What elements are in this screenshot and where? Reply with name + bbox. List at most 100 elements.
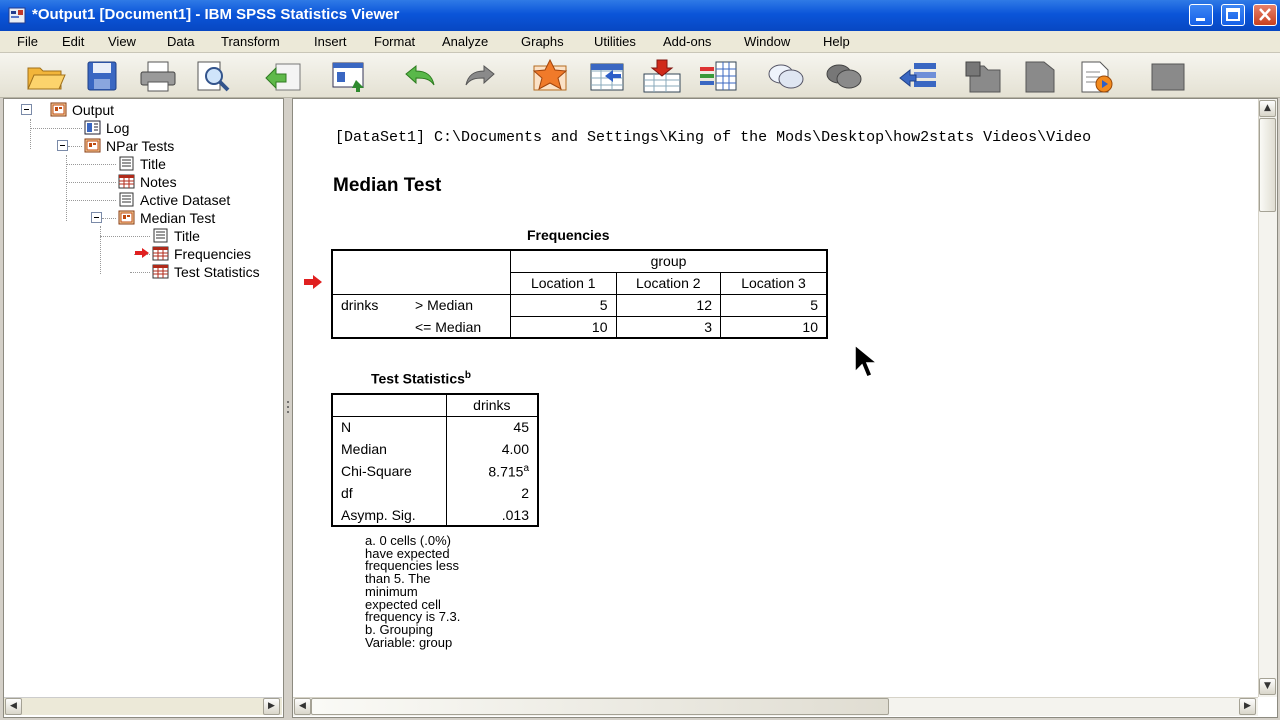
- export-button[interactable]: [262, 58, 306, 94]
- menu-analyze[interactable]: Analyze: [442, 34, 488, 49]
- recall-dialog-button[interactable]: [328, 58, 372, 94]
- insert-case-button[interactable]: [640, 58, 684, 94]
- test-statistics-title-text: Test Statistics: [371, 370, 465, 387]
- save-button[interactable]: [80, 58, 124, 94]
- menu-format[interactable]: Format: [374, 34, 415, 49]
- dataset-path-line: [DataSet1] C:\Documents and Settings\Kin…: [335, 129, 1092, 146]
- table-cell: 12: [615, 293, 721, 317]
- run-script-button[interactable]: [1074, 58, 1118, 94]
- row-label: > Median: [415, 297, 473, 314]
- table-row: Chi-Square 8.715a: [331, 460, 539, 482]
- expand-button[interactable]: [1018, 58, 1062, 94]
- test-statistics-table-icon: [152, 264, 169, 279]
- menu-insert[interactable]: Insert: [314, 34, 347, 49]
- scroll-right-button[interactable]: ▶: [263, 698, 280, 715]
- outline-item-median-title[interactable]: Title: [152, 227, 252, 245]
- variables-button[interactable]: [696, 58, 740, 94]
- scroll-left-button[interactable]: ◀: [5, 698, 22, 715]
- row-label: <= Median: [415, 318, 482, 335]
- menu-view[interactable]: View: [108, 34, 136, 49]
- table-cell: 10: [720, 315, 828, 339]
- scroll-right-button[interactable]: ▶: [1239, 698, 1256, 715]
- test-statistics-table[interactable]: drinks N 45 Median 4.00 Chi-Square 8.715…: [331, 393, 539, 527]
- print-button[interactable]: [136, 58, 180, 94]
- spss-viewer-icon: [8, 7, 26, 24]
- row-label: N: [331, 415, 447, 438]
- collapse-output-toggle[interactable]: [21, 104, 32, 115]
- open-button[interactable]: [24, 58, 68, 94]
- table-row: df 2: [331, 482, 539, 504]
- mouse-cursor-icon: [854, 344, 880, 378]
- run-script-icon: [1081, 61, 1113, 93]
- print-preview-button[interactable]: [190, 58, 234, 94]
- outline-item-npar-tests[interactable]: NPar Tests: [84, 137, 224, 155]
- menu-graphs[interactable]: Graphs: [521, 34, 564, 49]
- active-dataset-icon: [119, 192, 134, 207]
- goto-data-icon: [532, 58, 568, 91]
- table-cell: 45: [445, 415, 539, 438]
- horizontal-scroll-thumb[interactable]: [311, 698, 889, 715]
- scroll-down-button[interactable]: ▼: [1259, 678, 1276, 695]
- title-doc-icon: [119, 156, 134, 171]
- content-vertical-scrollbar[interactable]: ▲ ▼: [1258, 99, 1277, 697]
- footnote-marker: a: [523, 462, 529, 474]
- outline-item-frequencies[interactable]: Frequencies: [152, 245, 284, 263]
- outline-item-test-statistics[interactable]: Test Statistics: [152, 263, 284, 281]
- table-row: Median 4.00: [331, 438, 539, 460]
- menu-data[interactable]: Data: [167, 34, 194, 49]
- expand-icon: [1025, 61, 1055, 93]
- scroll-left-button[interactable]: ◀: [294, 698, 311, 715]
- export-icon: [265, 63, 301, 91]
- scroll-up-button[interactable]: ▲: [1259, 100, 1276, 117]
- outline-item-log[interactable]: Log: [84, 119, 184, 137]
- table-row: Asymp. Sig. .013: [331, 504, 539, 527]
- table-footnotes: a. 0 cells (.0%) have expected frequenci…: [365, 534, 460, 649]
- designate-window-button[interactable]: [1146, 58, 1190, 94]
- close-button[interactable]: [1253, 4, 1277, 26]
- collapse-npar-toggle[interactable]: [57, 140, 68, 151]
- log-icon: [84, 120, 101, 135]
- outline-item-median-test[interactable]: Median Test: [118, 209, 278, 227]
- tree-line: [66, 182, 116, 183]
- menu-window[interactable]: Window: [744, 34, 790, 49]
- minimize-button[interactable]: [1189, 4, 1213, 26]
- outline-item-title[interactable]: Title: [118, 155, 218, 173]
- undo-button[interactable]: [398, 58, 442, 94]
- redo-icon: [465, 64, 495, 86]
- maximize-button[interactable]: [1221, 4, 1245, 26]
- redo-button[interactable]: [458, 58, 502, 94]
- promote-icon: [899, 63, 936, 88]
- menu-file[interactable]: File: [17, 34, 38, 49]
- show-all-button[interactable]: [764, 58, 808, 94]
- menu-utilities[interactable]: Utilities: [594, 34, 636, 49]
- menu-transform[interactable]: Transform: [221, 34, 280, 49]
- collapse-median-test-toggle[interactable]: [91, 212, 102, 223]
- tree-line: [100, 226, 101, 274]
- menu-add-ons[interactable]: Add-ons: [663, 34, 711, 49]
- tree-line: [30, 119, 31, 149]
- minimize-icon: [1196, 18, 1205, 21]
- menu-edit[interactable]: Edit: [62, 34, 84, 49]
- outline-label: Frequencies: [174, 246, 252, 262]
- frequencies-table[interactable]: group Location 1 Location 2 Location 3 d…: [331, 249, 828, 339]
- pane-splitter[interactable]: [284, 98, 292, 718]
- vertical-scroll-thumb[interactable]: [1259, 118, 1276, 212]
- goto-data-button[interactable]: [528, 58, 572, 94]
- outline-item-notes[interactable]: Notes: [118, 173, 218, 191]
- outline-label: Median Test: [140, 210, 216, 226]
- outline-label: Title: [140, 156, 166, 172]
- promote-button[interactable]: [896, 58, 940, 94]
- outline-horizontal-scrollbar[interactable]: ◀ ▶: [4, 697, 282, 715]
- content-horizontal-scrollbar[interactable]: ◀ ▶: [293, 697, 1258, 716]
- table-cell: 5: [510, 293, 617, 317]
- outline-item-active-dataset[interactable]: Active Dataset: [118, 191, 278, 209]
- menu-help[interactable]: Help: [823, 34, 850, 49]
- collapse-button[interactable]: [962, 58, 1006, 94]
- outline-item-output[interactable]: Output: [50, 101, 170, 119]
- hide-button[interactable]: [822, 58, 866, 94]
- table-cell: .013: [445, 504, 539, 527]
- tree-line: [66, 200, 116, 201]
- tree-line: [30, 128, 82, 129]
- row-label-cell: drinks > Median: [331, 293, 512, 316]
- goto-case-button[interactable]: [585, 58, 629, 94]
